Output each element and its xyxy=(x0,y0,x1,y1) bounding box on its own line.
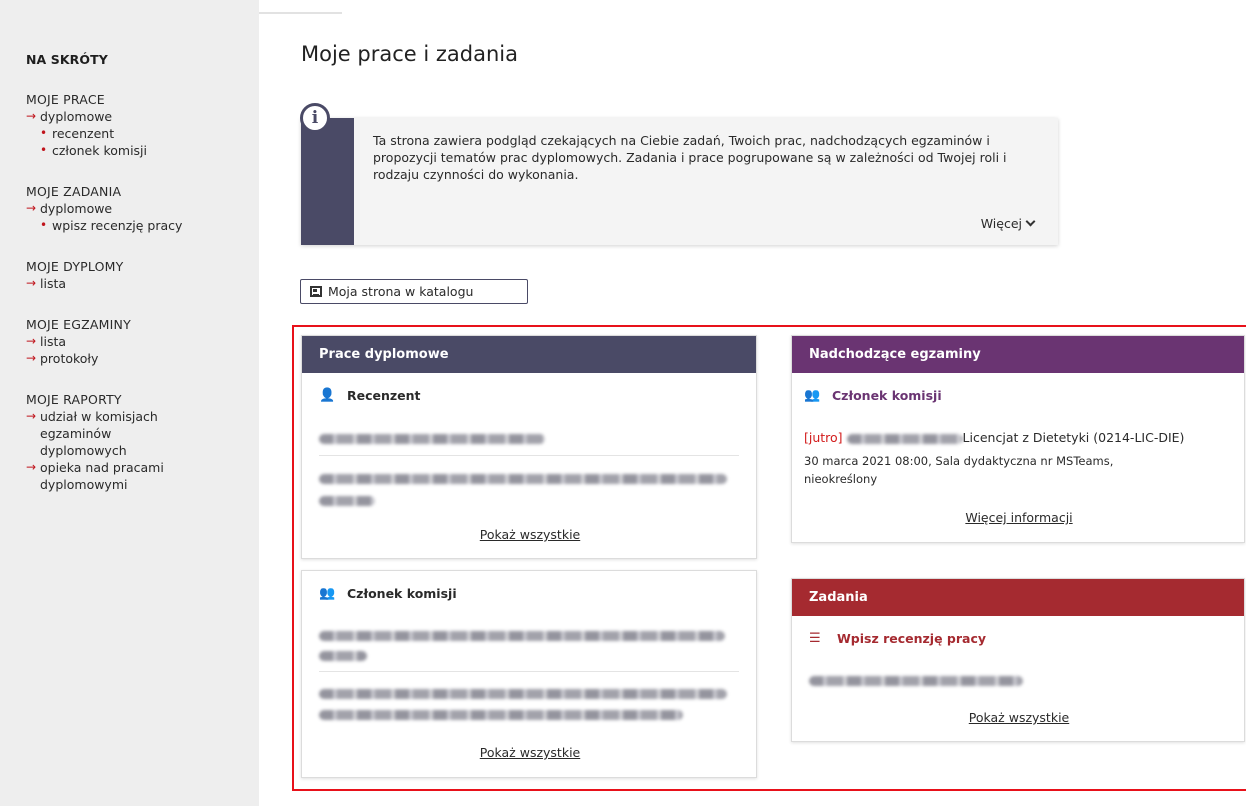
more-info-link[interactable]: Więcej informacji xyxy=(792,510,1246,525)
document-edit-icon: ☰ xyxy=(809,631,821,646)
show-all-link[interactable]: Pokaż wszystkie xyxy=(792,710,1246,725)
sidebar-sublink-reviewer[interactable]: • recenzent xyxy=(26,125,259,142)
sidebar-link-thesis-tasks[interactable]: → dyplomowe xyxy=(26,200,259,217)
bullet-icon: • xyxy=(40,126,48,140)
reviewer-role: 👤 Recenzent xyxy=(319,387,421,405)
sidebar-sublink-committee-member[interactable]: • członek komisji xyxy=(26,142,259,159)
more-label: Więcej xyxy=(980,216,1022,231)
blurred-student-name xyxy=(846,433,963,444)
committee-role: 👥 Członek komisji xyxy=(804,387,942,405)
role-title: Recenzent xyxy=(347,388,421,403)
group-icon: 👥 xyxy=(319,586,336,601)
tomorrow-badge: [jutro] xyxy=(804,430,843,445)
role-title: Członek komisji xyxy=(832,388,942,403)
sidebar-section-my-tasks: MOJE ZADANIA → dyplomowe • wpisz recenzję … xyxy=(26,183,259,234)
more-toggle[interactable]: Więcej xyxy=(980,216,1036,231)
sidebar-section-my-works: MOJE PRACE → dyplomowe • recenzent • człone… xyxy=(26,91,259,159)
arrow-right-icon: → xyxy=(26,109,37,123)
arrow-right-icon: → xyxy=(26,351,37,365)
group-icon: 👥 xyxy=(804,388,821,403)
id-card-icon xyxy=(310,286,322,297)
blurred-thesis-title xyxy=(319,710,683,720)
sidebar-link-thesis-supervision[interactable]: → opieka nad pracami dyplomowymi xyxy=(26,459,201,493)
catalog-button-label: Moja strona w katalogu xyxy=(328,284,474,299)
sidebar-section-title: MOJE DYPLOMY xyxy=(26,259,124,274)
exams-panel: Nadchodzące egzaminy 👥 Członek komisji [… xyxy=(791,335,1245,543)
arrow-right-icon: → xyxy=(26,334,37,348)
sidebar-link-diploma-list[interactable]: → lista xyxy=(26,275,259,292)
sidebar-section-title: MOJE PRACE xyxy=(26,92,105,107)
info-box: Ta strona zawiera podgląd czekających na… xyxy=(301,118,1058,245)
sidebar-section-title: MOJE ZADANIA xyxy=(26,184,122,199)
bullet-icon: • xyxy=(40,143,48,157)
tasks-panel: Zadania ☰ Wpisz recenzję pracy Pokaż wsz… xyxy=(791,578,1245,742)
blurred-thesis-title xyxy=(319,434,545,444)
blurred-thesis-title xyxy=(319,631,725,641)
catalog-page-button[interactable]: Moja strona w katalogu xyxy=(300,279,528,304)
sidebar-link-exam-list[interactable]: → lista xyxy=(26,333,259,350)
blurred-thesis-title xyxy=(319,496,375,506)
info-icon: i xyxy=(300,103,330,133)
committee-role: 👥 Członek komisji xyxy=(319,585,457,603)
sidebar-section-title: MOJE RAPORTY xyxy=(26,392,122,407)
sidebar-section-my-reports: MOJE RAPORTY → udział w komisjach egzamin… xyxy=(26,391,259,493)
blurred-thesis-title xyxy=(319,474,727,484)
exam-details-room: nieokreślony xyxy=(804,472,878,486)
arrow-right-icon: → xyxy=(26,409,37,423)
info-text: Ta strona zawiera podgląd czekających na… xyxy=(373,133,1007,182)
panel-header: Nadchodzące egzaminy xyxy=(792,336,1244,373)
bullet-icon: • xyxy=(40,218,48,232)
sidebar-link-committee-participation[interactable]: → udział w komisjach egzaminów dyplomowyc… xyxy=(26,408,201,459)
sidebar-sublink-enter-review[interactable]: • wpisz recenzję pracy xyxy=(26,217,259,234)
role-title: Członek komisji xyxy=(347,586,457,601)
blurred-thesis-title xyxy=(319,651,367,661)
divider xyxy=(319,671,739,672)
panel-header: Zadania xyxy=(792,579,1244,616)
sidebar-link-theses[interactable]: → dyplomowe xyxy=(26,108,259,125)
task-title: Wpisz recenzję pracy xyxy=(837,631,987,646)
sidebar-heading: NA SKRÓTY xyxy=(26,52,108,67)
arrow-right-icon: → xyxy=(26,201,37,215)
reviewer-icon: 👤 xyxy=(319,388,336,403)
sidebar: NA SKRÓTY MOJE PRACE → dyplomowe • recenze… xyxy=(0,0,259,806)
blurred-thesis-title xyxy=(319,689,727,699)
arrow-right-icon: → xyxy=(26,460,37,474)
panel-header: Prace dyplomowe xyxy=(302,336,756,373)
exam-details: 30 marca 2021 08:00, Sala dydaktyczna nr… xyxy=(804,454,1114,468)
task-type: ☰ Wpisz recenzję pracy xyxy=(809,630,986,648)
exam-degree: Licencjat z Dietetyki (0214-LIC-DIE) xyxy=(962,430,1185,445)
sidebar-section-my-diplomas: MOJE DYPLOMY → lista xyxy=(26,258,259,292)
sidebar-section-my-exams: MOJE EGZAMINY → lista → protokoły xyxy=(26,316,259,367)
show-all-link[interactable]: Pokaż wszystkie xyxy=(302,527,758,542)
committee-panel: 👥 Członek komisji Pokaż wszystkie xyxy=(301,570,757,778)
sidebar-link-protocols[interactable]: → protokoły xyxy=(26,350,259,367)
sidebar-section-title: MOJE EGZAMINY xyxy=(26,317,131,332)
arrow-right-icon: → xyxy=(26,276,37,290)
page-title: Moje prace i zadania xyxy=(301,42,518,66)
exam-entry: [jutro] Licencjat z Dietetyki (0214-LIC-… xyxy=(804,429,1244,446)
show-all-link[interactable]: Pokaż wszystkie xyxy=(302,745,758,760)
chevron-down-icon xyxy=(1025,216,1036,227)
theses-panel: Prace dyplomowe 👤 Recenzent Pokaż wszyst… xyxy=(301,335,757,559)
blurred-thesis-title xyxy=(809,676,1023,686)
info-bar xyxy=(301,118,354,245)
divider xyxy=(319,455,739,456)
